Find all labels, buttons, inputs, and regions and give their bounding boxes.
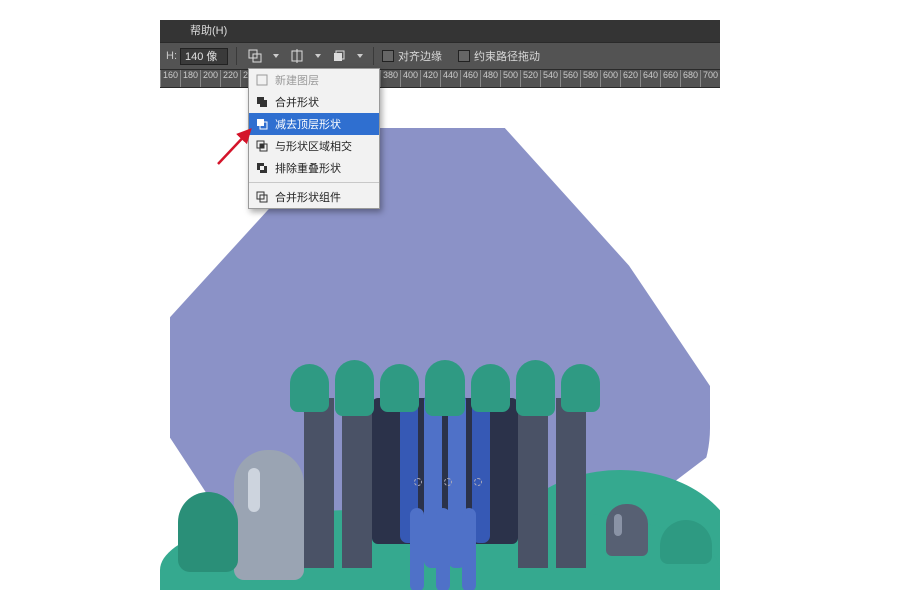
path-alignment-icon[interactable] xyxy=(287,46,307,66)
new-layer-icon xyxy=(255,73,269,87)
menu-item-label: 合并形状 xyxy=(275,94,319,110)
ruler-tick: 520 xyxy=(520,70,538,88)
checkbox-icon xyxy=(382,50,394,62)
artwork-streams xyxy=(410,508,476,590)
constrain-path-label: 约束路径拖动 xyxy=(474,48,540,64)
horizontal-ruler: 1601802002202402602803003203403603804004… xyxy=(160,70,720,88)
ruler-tick: 160 xyxy=(160,70,178,88)
artwork-bush-left xyxy=(178,492,238,572)
ruler-tick: 620 xyxy=(620,70,638,88)
ruler-tick: 460 xyxy=(460,70,478,88)
menu-item-label: 合并形状组件 xyxy=(275,189,341,205)
combine-shapes-icon xyxy=(255,95,269,109)
artwork-foliage xyxy=(290,360,600,420)
menu-item-label: 新建图层 xyxy=(275,72,319,88)
menu-item-label: 减去顶层形状 xyxy=(275,116,341,132)
separator xyxy=(236,47,237,65)
ruler-tick: 680 xyxy=(680,70,698,88)
menu-item-merge-components[interactable]: 合并形状组件 xyxy=(249,186,379,208)
path-operations-menu: 新建图层 合并形状 减去顶层形状 与形状区域相交 排除重叠形状 合并形状组件 xyxy=(248,68,380,209)
ruler-tick: 180 xyxy=(180,70,198,88)
menu-item-label: 排除重叠形状 xyxy=(275,160,341,176)
path-ops-dropdown-caret[interactable] xyxy=(271,46,281,66)
menu-bar: 帮助(H) xyxy=(160,20,720,42)
path-operations-icon[interactable] xyxy=(245,46,265,66)
align-edges-label: 对齐边缘 xyxy=(398,48,442,64)
ruler-tick: 660 xyxy=(660,70,678,88)
checkbox-icon xyxy=(458,50,470,62)
menu-item-intersect[interactable]: 与形状区域相交 xyxy=(249,135,379,157)
menu-item-new-layer: 新建图层 xyxy=(249,69,379,91)
ruler-tick: 700 xyxy=(700,70,718,88)
menu-separator xyxy=(249,182,379,183)
ruler-tick: 380 xyxy=(380,70,398,88)
ruler-tick: 480 xyxy=(480,70,498,88)
ruler-tick: 560 xyxy=(560,70,578,88)
intersect-icon xyxy=(255,139,269,153)
menu-item-subtract[interactable]: 减去顶层形状 xyxy=(249,113,379,135)
height-field-group: H: xyxy=(166,48,228,65)
exclude-overlap-icon xyxy=(255,161,269,175)
path-arrangement-icon[interactable] xyxy=(329,46,349,66)
ruler-tick: 540 xyxy=(540,70,558,88)
menu-help[interactable]: 帮助(H) xyxy=(190,25,227,37)
ruler-tick: 220 xyxy=(220,70,238,88)
merge-components-icon xyxy=(255,190,269,204)
align-edges-option[interactable]: 对齐边缘 xyxy=(382,48,442,64)
artwork-bush-right xyxy=(660,520,712,564)
app-window: 帮助(H) H: 对齐边缘 约束路径拖动 1601802002 xyxy=(160,20,720,590)
ruler-tick: 600 xyxy=(600,70,618,88)
ruler-tick: 500 xyxy=(500,70,518,88)
ruler-tick: 420 xyxy=(420,70,438,88)
artwork-pillar xyxy=(304,398,334,568)
document-canvas[interactable] xyxy=(160,88,720,590)
artwork-stone-right xyxy=(606,504,648,556)
constrain-path-option[interactable]: 约束路径拖动 xyxy=(458,48,540,64)
height-label: H: xyxy=(166,50,177,62)
menu-item-combine[interactable]: 合并形状 xyxy=(249,91,379,113)
ruler-tick: 580 xyxy=(580,70,598,88)
separator xyxy=(373,47,374,65)
ruler-tick: 440 xyxy=(440,70,458,88)
ruler-tick: 200 xyxy=(200,70,218,88)
path-arrangement-dropdown-caret[interactable] xyxy=(355,46,365,66)
artwork-pillar xyxy=(556,398,586,568)
artwork-pillar xyxy=(518,398,548,568)
ruler-tick: 640 xyxy=(640,70,658,88)
artwork-stone-left xyxy=(234,450,304,580)
artwork-anchor-dots xyxy=(414,478,482,486)
artwork-pillar xyxy=(342,398,372,568)
menu-item-label: 与形状区域相交 xyxy=(275,138,352,154)
ruler-tick: 400 xyxy=(400,70,418,88)
height-input[interactable] xyxy=(180,48,228,65)
path-alignment-dropdown-caret[interactable] xyxy=(313,46,323,66)
options-bar: H: 对齐边缘 约束路径拖动 xyxy=(160,42,720,70)
subtract-front-icon xyxy=(255,117,269,131)
menu-item-exclude[interactable]: 排除重叠形状 xyxy=(249,157,379,179)
